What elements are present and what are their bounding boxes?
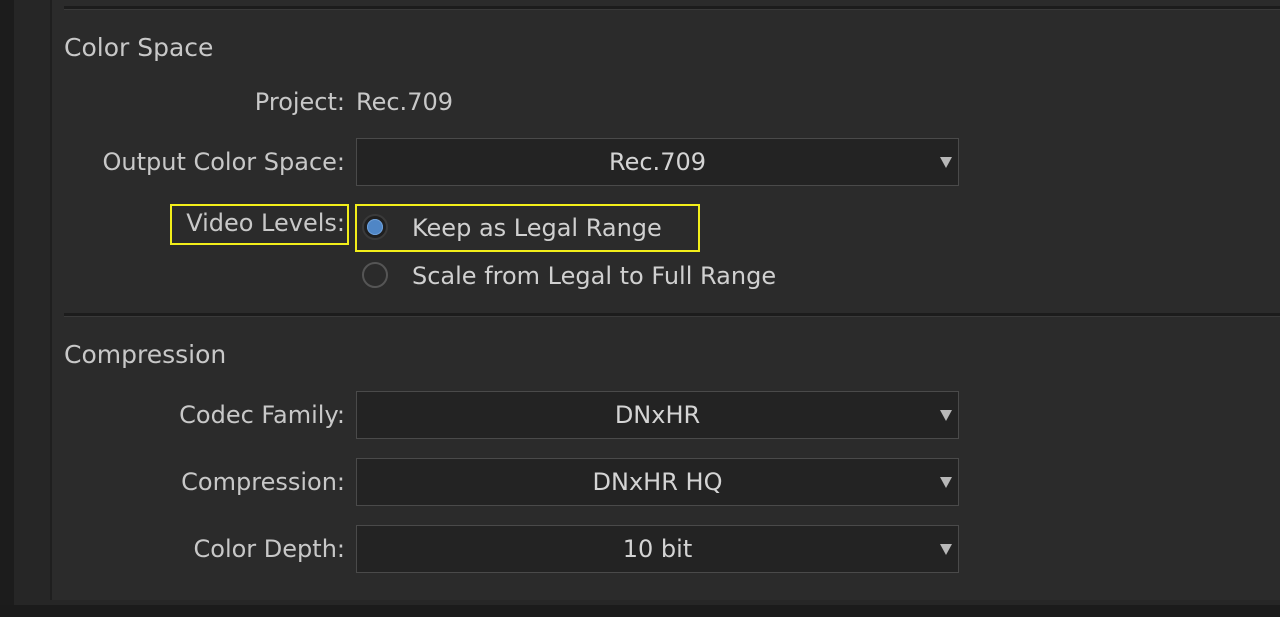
- compression-label: Compression:: [181, 468, 345, 496]
- keep-legal-range-highlight: [355, 204, 700, 252]
- compression-value: DNxHR HQ: [592, 468, 723, 496]
- chevron-down-icon: [940, 157, 952, 168]
- project-value: Rec.709: [356, 88, 453, 116]
- video-levels-highlight: [170, 204, 349, 245]
- output-color-space-value: Rec.709: [609, 148, 706, 176]
- section-divider-top: [64, 6, 1280, 10]
- section-divider-middle: [64, 313, 1280, 317]
- compression-dropdown[interactable]: DNxHR HQ: [356, 458, 959, 506]
- codec-family-value: DNxHR: [614, 401, 701, 429]
- radio-scale-full-range-label: Scale from Legal to Full Range: [412, 262, 777, 290]
- chevron-down-icon: [940, 410, 952, 421]
- radio-unselected-icon: [362, 262, 388, 288]
- panel-bottom-edge: [0, 605, 1280, 617]
- color-space-section-title: Color Space: [64, 33, 214, 62]
- window-left-edge: [0, 0, 14, 617]
- project-label: Project:: [254, 88, 345, 116]
- settings-panel: [14, 0, 1280, 605]
- codec-family-label: Codec Family:: [179, 401, 345, 429]
- color-depth-value: 10 bit: [622, 535, 693, 563]
- output-color-space-dropdown[interactable]: Rec.709: [356, 138, 959, 186]
- chevron-down-icon: [940, 477, 952, 488]
- settings-panel-inner: [50, 0, 1280, 600]
- color-depth-dropdown[interactable]: 10 bit: [356, 525, 959, 573]
- color-depth-label: Color Depth:: [193, 535, 345, 563]
- output-color-space-label: Output Color Space:: [102, 148, 345, 176]
- compression-section-title: Compression: [64, 340, 227, 369]
- chevron-down-icon: [940, 544, 952, 555]
- codec-family-dropdown[interactable]: DNxHR: [356, 391, 959, 439]
